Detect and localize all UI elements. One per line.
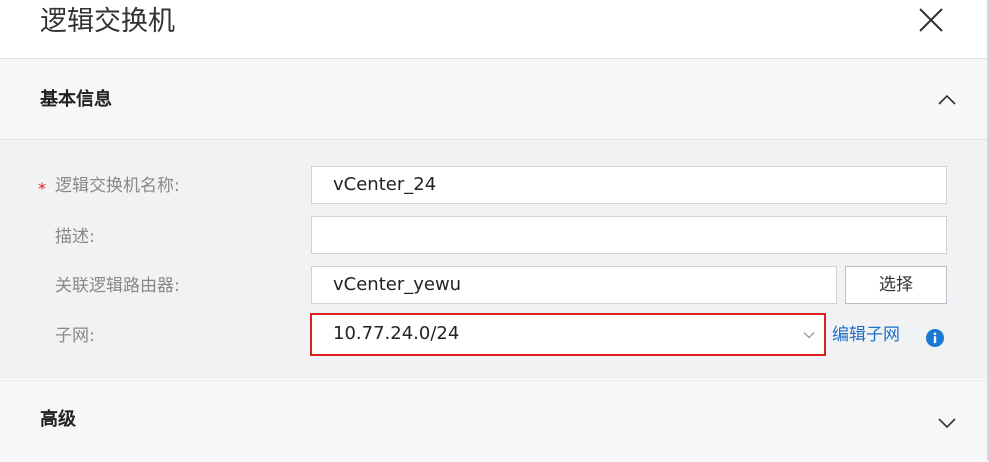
switch-name-label: 逻辑交换机名称:	[55, 176, 180, 196]
logical-switch-dialog: 逻辑交换机 基本信息 * 逻辑交换机名称: vCenter_24 描述: 关联逻…	[0, 0, 989, 462]
dialog-header: 逻辑交换机	[0, 0, 987, 59]
close-icon	[919, 8, 943, 32]
switch-name-input[interactable]: vCenter_24	[311, 166, 947, 204]
section-advanced-header[interactable]: 高级	[0, 380, 987, 462]
subnet-selected-value: 10.77.24.0/24	[333, 323, 460, 344]
required-marker: *	[38, 179, 46, 198]
description-label: 描述:	[55, 227, 95, 247]
dialog-title: 逻辑交换机	[40, 6, 175, 37]
section-advanced-title: 高级	[40, 409, 76, 430]
router-input[interactable]: vCenter_yewu	[311, 266, 837, 304]
chevron-up-icon	[938, 94, 956, 105]
info-icon[interactable]	[926, 329, 944, 347]
description-input[interactable]	[311, 216, 947, 254]
chevron-down-icon	[938, 418, 956, 429]
select-router-button[interactable]: 选择	[845, 266, 947, 304]
chevron-down-icon	[803, 332, 815, 339]
section-basic-info-title: 基本信息	[40, 89, 112, 110]
edit-subnet-link[interactable]: 编辑子网	[832, 324, 900, 346]
router-label: 关联逻辑路由器:	[55, 276, 180, 296]
subnet-select[interactable]: 10.77.24.0/24	[310, 313, 826, 356]
close-button[interactable]	[916, 5, 946, 35]
subnet-label: 子网:	[55, 326, 95, 346]
section-basic-info-header[interactable]: 基本信息	[0, 59, 987, 140]
